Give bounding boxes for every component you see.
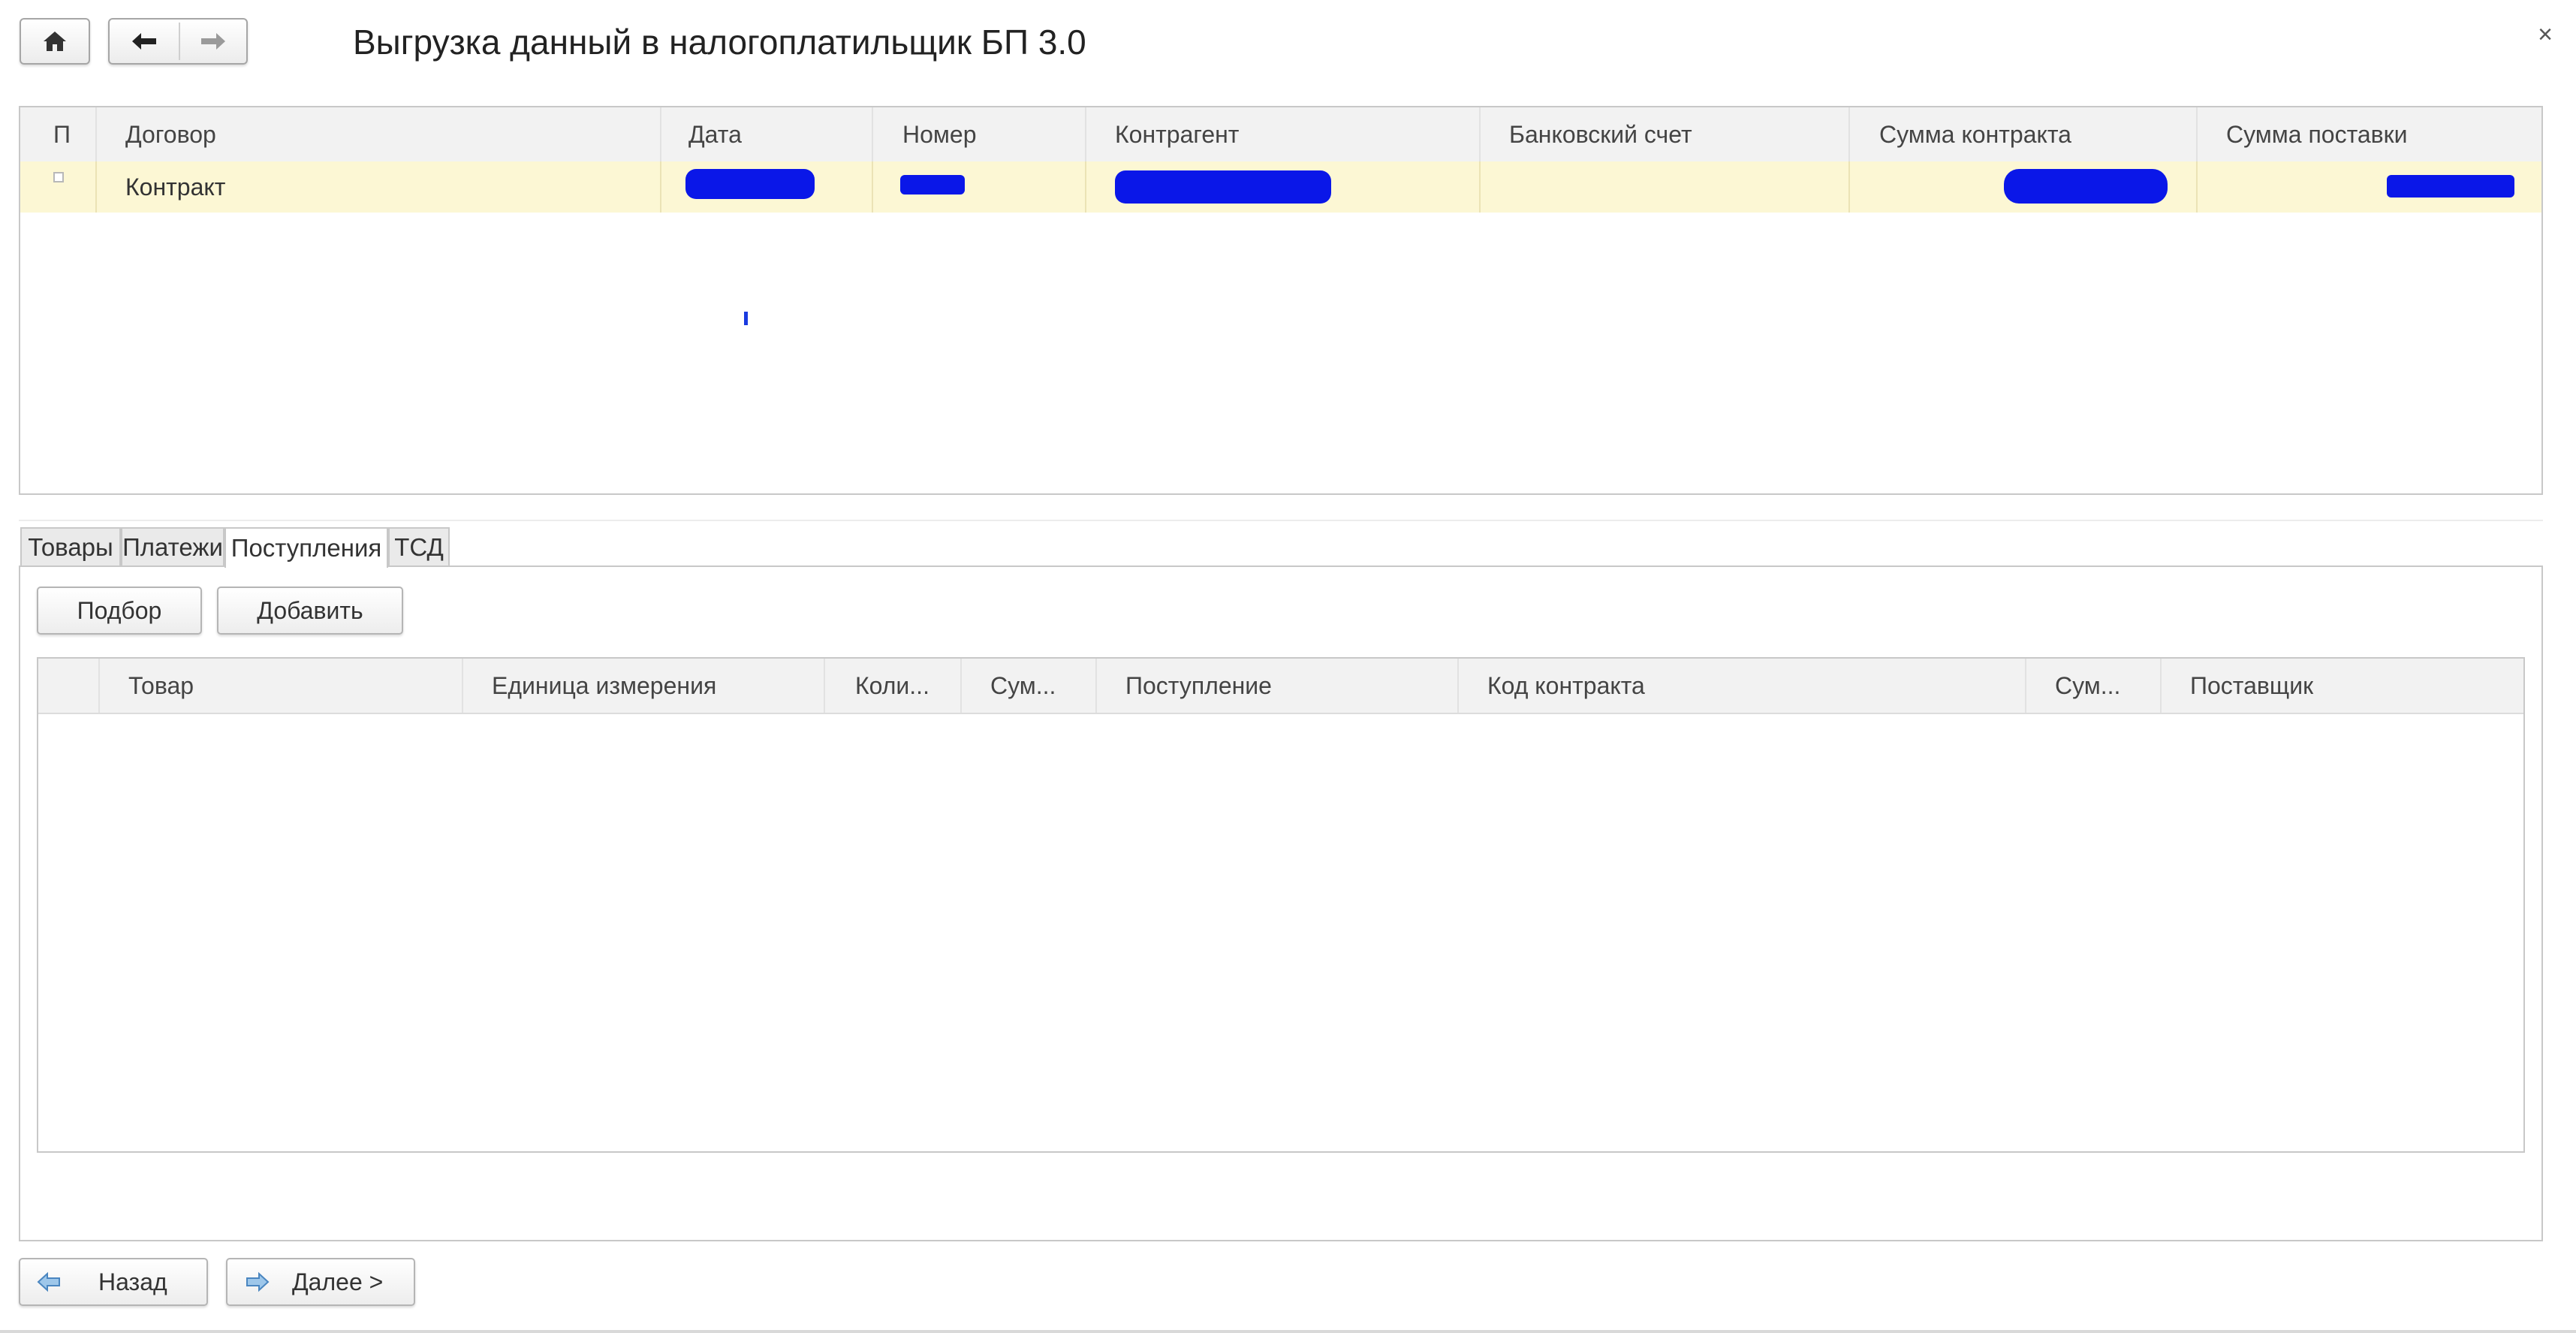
history-nav [108,18,248,65]
tab-tsd[interactable]: ТСД [388,527,450,566]
column-header-counterparty[interactable]: Контрагент [1115,107,1239,161]
select-button[interactable]: Подбор [37,587,202,635]
contracts-table: П Договор Дата Номер Контрагент Банковск… [19,106,2543,495]
tab-goods[interactable]: Товары [20,527,121,566]
text-cursor [744,312,748,325]
column-header-number[interactable]: Номер [902,107,977,161]
arrow-right-icon[interactable] [180,20,246,63]
column-header-sum-2[interactable]: Сум... [2055,659,2120,713]
back-button-label: Назад [98,1268,167,1295]
receipts-table: Товар Единица измерения Коли... Сум... П… [37,657,2525,1153]
redacted-counterparty [1115,170,1331,204]
contract-cell: Контракт [125,173,226,201]
column-header-date[interactable]: Дата [688,107,742,161]
column-header-goods[interactable]: Товар [128,659,194,713]
column-header-contract[interactable]: Договор [125,107,216,161]
next-button[interactable]: Далее > [226,1258,415,1306]
column-header-unit[interactable]: Единица измерения [492,659,716,713]
table-row[interactable]: Контракт [20,161,2541,213]
contracts-table-header: П Договор Дата Номер Контрагент Банковск… [20,107,2541,163]
divider [19,520,2543,521]
home-icon [21,20,89,63]
column-header-delivery-sum[interactable]: Сумма поставки [2226,107,2408,161]
column-header-quantity[interactable]: Коли... [855,659,929,713]
column-header-bank-account[interactable]: Банковский счет [1509,107,1692,161]
row-checkbox[interactable] [53,172,64,182]
window-bottom-border [0,1330,2576,1333]
redacted-number [900,175,965,195]
redacted-date [685,169,815,199]
redacted-contract-sum [2004,169,2168,204]
column-header-contract-code[interactable]: Код контракта [1487,659,1645,713]
close-button[interactable]: × [2530,18,2560,51]
column-header-flag[interactable]: П [53,107,71,161]
next-button-label: Далее > [292,1268,384,1295]
column-header-supplier[interactable]: Поставщик [2190,659,2313,713]
arrow-right-icon [243,1270,271,1294]
tab-panel: Подбор Добавить Товар Единица измерения … [19,565,2543,1241]
arrow-left-icon [35,1270,64,1294]
column-header-contract-sum[interactable]: Сумма контракта [1879,107,2071,161]
page-title: Выгрузка данный в налогоплатильщик БП 3.… [353,23,1086,62]
column-header-receipt[interactable]: Поступление [1125,659,1272,713]
back-button[interactable]: Назад [19,1258,208,1306]
tab-payments[interactable]: Платежи [121,527,224,566]
arrow-left-icon[interactable] [110,20,179,63]
tab-receipts[interactable]: Поступления [224,527,388,568]
redacted-delivery-sum [2387,175,2514,198]
tab-strip: Товары Платежи Поступления ТСД [20,527,471,568]
receipts-table-header: Товар Единица измерения Коли... Сум... П… [38,659,2523,714]
column-header-sum[interactable]: Сум... [990,659,1056,713]
add-button[interactable]: Добавить [217,587,403,635]
home-button[interactable] [20,18,90,65]
